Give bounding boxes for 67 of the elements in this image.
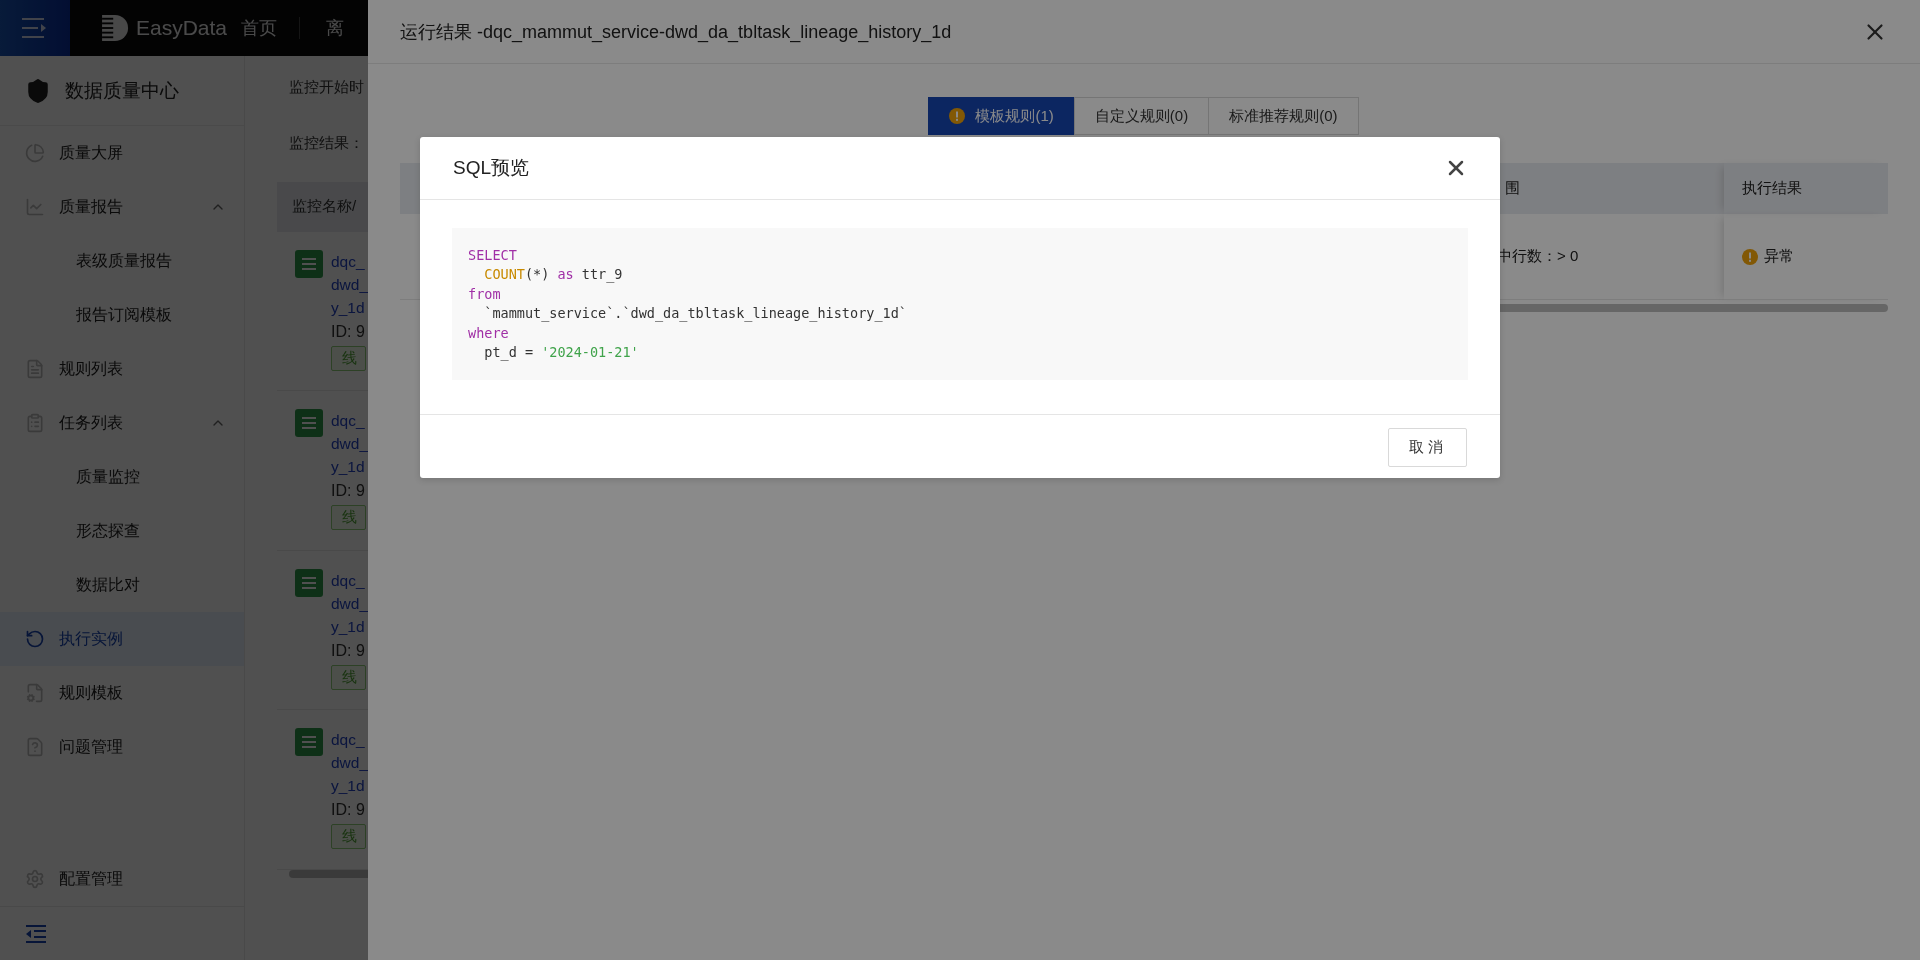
drawer-title: 运行结果 -dqc_mammut_service-dwd_da_tbltask_lineage_history_1d xyxy=(400,20,953,44)
tab[interactable]: 标准推荐规则(0) xyxy=(1208,97,1359,135)
column-header: 围 xyxy=(1497,163,1724,214)
task-id: ID: 9 xyxy=(331,481,365,502)
sidebar-item[interactable]: 质量报告 xyxy=(0,180,244,234)
nav-link[interactable]: 离 xyxy=(326,16,345,40)
warning-icon xyxy=(949,108,966,124)
task-name[interactable]: y_1d xyxy=(331,295,365,319)
task-name[interactable]: dqc_ xyxy=(331,409,365,433)
task-name[interactable]: dqc_ xyxy=(331,568,365,592)
task-name[interactable]: dwd_ xyxy=(331,591,368,615)
task-name[interactable]: y_1d xyxy=(331,774,365,798)
status-tag: 线 xyxy=(331,824,366,850)
tab[interactable]: 自定义规则(0) xyxy=(1073,97,1210,135)
code-line: where xyxy=(468,323,509,343)
tab[interactable]: 模板规则(1) xyxy=(928,97,1075,135)
logo-text: EasyData xyxy=(136,16,228,40)
status-tag: 线 xyxy=(331,345,366,371)
task-name[interactable]: dwd_ xyxy=(331,751,368,775)
document-icon xyxy=(295,249,323,278)
sidebar-item[interactable]: 任务列表 xyxy=(0,396,244,450)
task-name[interactable]: y_1d xyxy=(331,455,365,479)
code-line: COUNT(*) as ttr_9 xyxy=(483,265,623,285)
task-name[interactable]: dqc_ xyxy=(331,249,365,273)
task-name[interactable]: dwd_ xyxy=(331,432,368,456)
sidebar-subitem[interactable]: 表级质量报告 xyxy=(0,234,244,288)
sidebar-subitem[interactable]: 质量监控 xyxy=(0,450,244,504)
code-line: from xyxy=(468,284,501,304)
scrollbar[interactable] xyxy=(289,870,368,878)
task-id: ID: 9 xyxy=(331,321,365,342)
nav-link[interactable]: 首页 xyxy=(241,16,278,40)
code-line: pt_d = '2024-01-21' xyxy=(483,343,639,363)
logo-icon xyxy=(102,15,130,41)
code-line: SELECT xyxy=(468,246,517,265)
document-icon xyxy=(295,568,323,597)
sidebar-item[interactable]: 质量大屏 xyxy=(0,126,244,180)
refresh-icon xyxy=(25,629,45,649)
filter-label: 监控结果： xyxy=(289,133,365,153)
sidebar-title: 数据质量中心 xyxy=(65,78,179,103)
task-name[interactable]: y_1d xyxy=(331,614,365,638)
result-cell: 异常 xyxy=(1724,214,1888,300)
column-header: 执行结果 xyxy=(1724,163,1888,214)
menu-icon xyxy=(22,17,48,39)
collapse-icon[interactable] xyxy=(26,924,46,943)
sidebar-subitem[interactable]: 形态探查 xyxy=(0,504,244,558)
sidebar-item[interactable]: 配置管理 xyxy=(0,852,244,906)
sidebar-subitem[interactable]: 报告订阅模板 xyxy=(0,288,244,342)
document-icon xyxy=(295,728,323,757)
cancel-button[interactable]: 取消 xyxy=(1388,428,1467,468)
menu-button[interactable] xyxy=(0,0,70,56)
list-header: 监控名称/ xyxy=(277,181,368,232)
sidebar-item[interactable]: 规则列表 xyxy=(0,342,244,396)
sidebar-item[interactable]: 问题管理 xyxy=(0,720,244,774)
sidebar-subitem[interactable]: 数据比对 xyxy=(0,558,244,612)
sidebar-item[interactable]: 规则模板 xyxy=(0,666,244,720)
filter-label: 监控开始时 xyxy=(289,78,365,97)
document-icon xyxy=(295,409,323,438)
modal-title: SQL预览 xyxy=(453,156,531,180)
task-id: ID: 9 xyxy=(331,640,365,661)
code-line: `mammut_service`.`dwd_da_tbltask_lineage_history_1d` xyxy=(483,304,907,324)
status-tag: 线 xyxy=(331,505,366,531)
task-name[interactable]: dqc_ xyxy=(331,728,365,752)
shield-icon xyxy=(25,77,51,104)
sidebar-item[interactable]: 执行实例 xyxy=(0,612,244,666)
task-id: ID: 9 xyxy=(331,800,365,821)
status-tag: 线 xyxy=(331,664,366,690)
task-name[interactable]: dwd_ xyxy=(331,272,368,296)
